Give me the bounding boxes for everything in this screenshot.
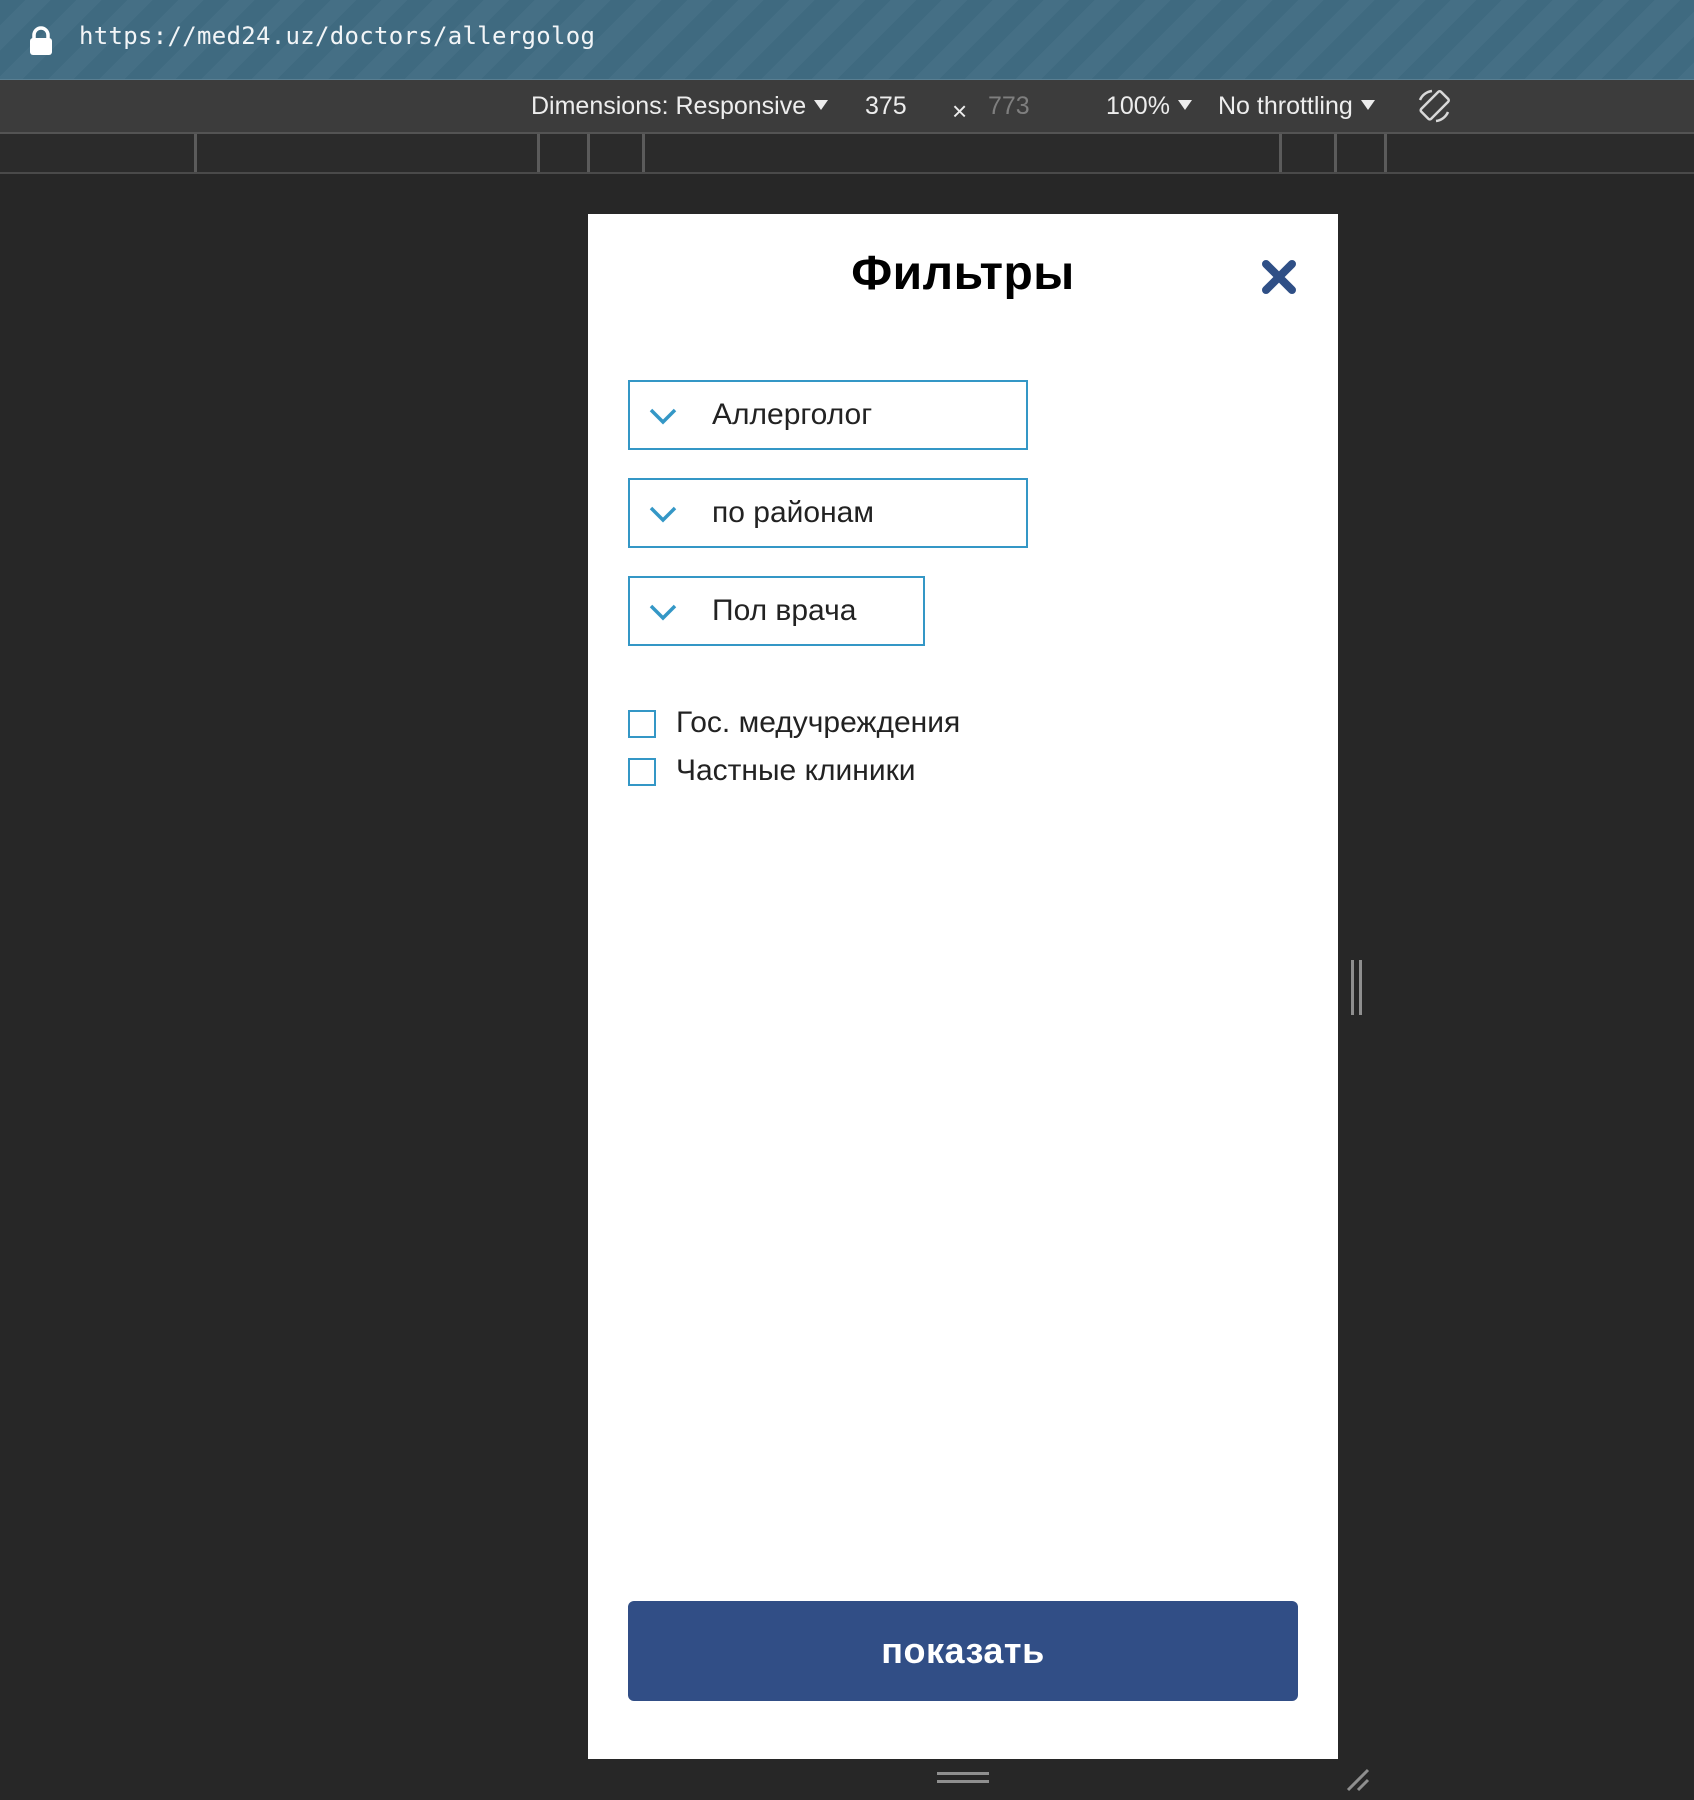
lock-icon bbox=[30, 26, 52, 55]
checkbox-label: Частные клиники bbox=[676, 754, 916, 787]
caret-down-icon bbox=[1360, 100, 1375, 110]
zoom-dropdown[interactable]: 100% bbox=[1106, 92, 1192, 121]
dimensions-label: Dimensions: Responsive bbox=[531, 92, 807, 120]
close-icon[interactable] bbox=[1260, 258, 1298, 296]
handle-line bbox=[937, 1772, 989, 1775]
select-label: Пол врача bbox=[712, 594, 857, 627]
bottom-resize-handle[interactable] bbox=[937, 1772, 989, 1786]
width-input[interactable]: 375 bbox=[865, 92, 907, 121]
select-label: Аллерголог bbox=[712, 398, 873, 431]
private-clinics-checkbox[interactable]: Частные клиники bbox=[628, 754, 968, 790]
caret-down-icon bbox=[1177, 100, 1192, 110]
handle-line bbox=[1351, 960, 1354, 1015]
public-clinics-checkbox[interactable]: Гос. медучреждения bbox=[628, 706, 1008, 742]
checkbox-box[interactable] bbox=[628, 758, 656, 786]
show-results-button[interactable]: показать bbox=[628, 1601, 1298, 1701]
height-input[interactable]: 773 bbox=[988, 92, 1030, 121]
page-title: Фильтры bbox=[851, 247, 1075, 300]
device-viewport: Фильтры Аллерголог по районам Пол врача … bbox=[588, 214, 1338, 1759]
ruler-tick bbox=[587, 134, 590, 172]
url-text[interactable]: https://med24.uz/doctors/allergolog bbox=[79, 22, 595, 50]
ruler-tick bbox=[1384, 134, 1387, 172]
handle-line bbox=[937, 1780, 989, 1783]
corner-resize-icon[interactable] bbox=[1344, 1766, 1372, 1794]
dimensions-dropdown[interactable]: Dimensions: Responsive bbox=[531, 92, 829, 121]
ruler-tick bbox=[642, 134, 645, 172]
chevron-down-icon bbox=[649, 604, 677, 621]
ruler-tick bbox=[1279, 134, 1282, 172]
ruler-tick bbox=[537, 134, 540, 172]
handle-line bbox=[1359, 960, 1362, 1015]
rotate-icon[interactable] bbox=[1414, 86, 1454, 126]
select-label: по районам bbox=[712, 496, 874, 529]
checkbox-label: Гос. медучреждения bbox=[676, 706, 961, 739]
chevron-down-icon bbox=[649, 408, 677, 425]
dimension-separator: × bbox=[952, 96, 968, 126]
chevron-down-icon bbox=[649, 506, 677, 523]
side-resize-handle[interactable] bbox=[1351, 960, 1365, 1015]
checkbox-box[interactable] bbox=[628, 710, 656, 738]
media-query-ruler[interactable] bbox=[0, 134, 1694, 174]
url-bar[interactable]: https://med24.uz/doctors/allergolog bbox=[0, 0, 1694, 80]
specialty-select[interactable]: Аллерголог bbox=[628, 380, 1028, 450]
ruler-tick bbox=[1334, 134, 1337, 172]
caret-down-icon bbox=[814, 100, 829, 110]
throttling-label: No throttling bbox=[1218, 92, 1353, 120]
ruler-tick bbox=[194, 134, 197, 172]
district-select[interactable]: по районам bbox=[628, 478, 1028, 548]
zoom-label: 100% bbox=[1106, 92, 1170, 120]
throttling-dropdown[interactable]: No throttling bbox=[1218, 92, 1375, 121]
doctor-gender-select[interactable]: Пол врача bbox=[628, 576, 925, 646]
device-toolbar: Dimensions: Responsive 375 × 773 100% No… bbox=[0, 80, 1694, 134]
